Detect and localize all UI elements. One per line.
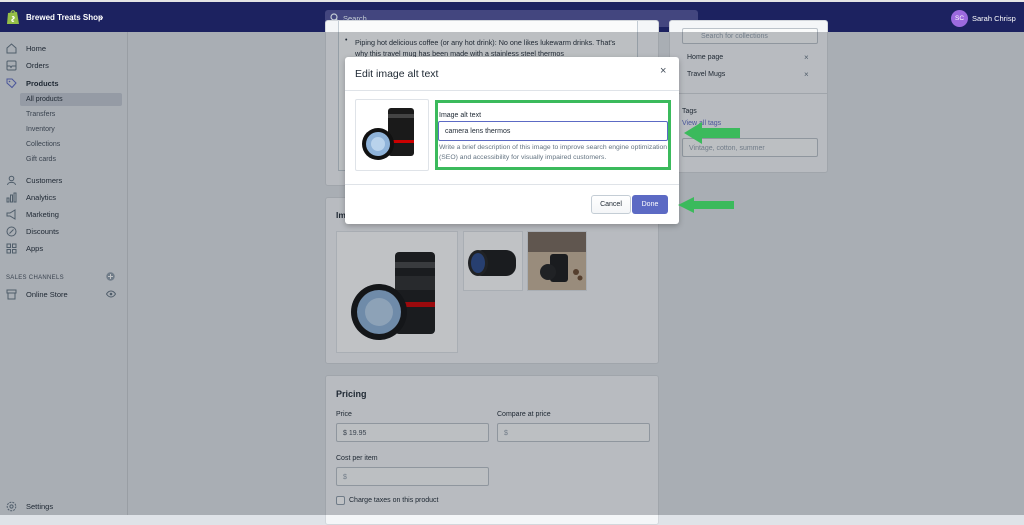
divider [345, 184, 679, 185]
mug-image [362, 108, 414, 160]
shopify-logo-icon[interactable] [6, 9, 20, 25]
shop-name[interactable]: Brewed Treats Shop [26, 13, 103, 22]
chevron-down-icon[interactable]: ⌄ [98, 12, 105, 21]
cancel-button[interactable]: Cancel [591, 195, 631, 214]
annotation-arrow-icon [678, 197, 734, 213]
avatar[interactable]: SC [951, 10, 968, 27]
user-name[interactable]: Sarah Chrisp [972, 14, 1016, 23]
annotation-highlight-box [435, 100, 671, 170]
modal-title: Edit image alt text [355, 68, 439, 80]
alt-text-image-preview [355, 99, 429, 171]
done-button[interactable]: Done [632, 195, 668, 214]
annotation-arrow-icon [684, 122, 740, 144]
close-icon[interactable]: × [660, 65, 666, 77]
divider [345, 90, 679, 91]
